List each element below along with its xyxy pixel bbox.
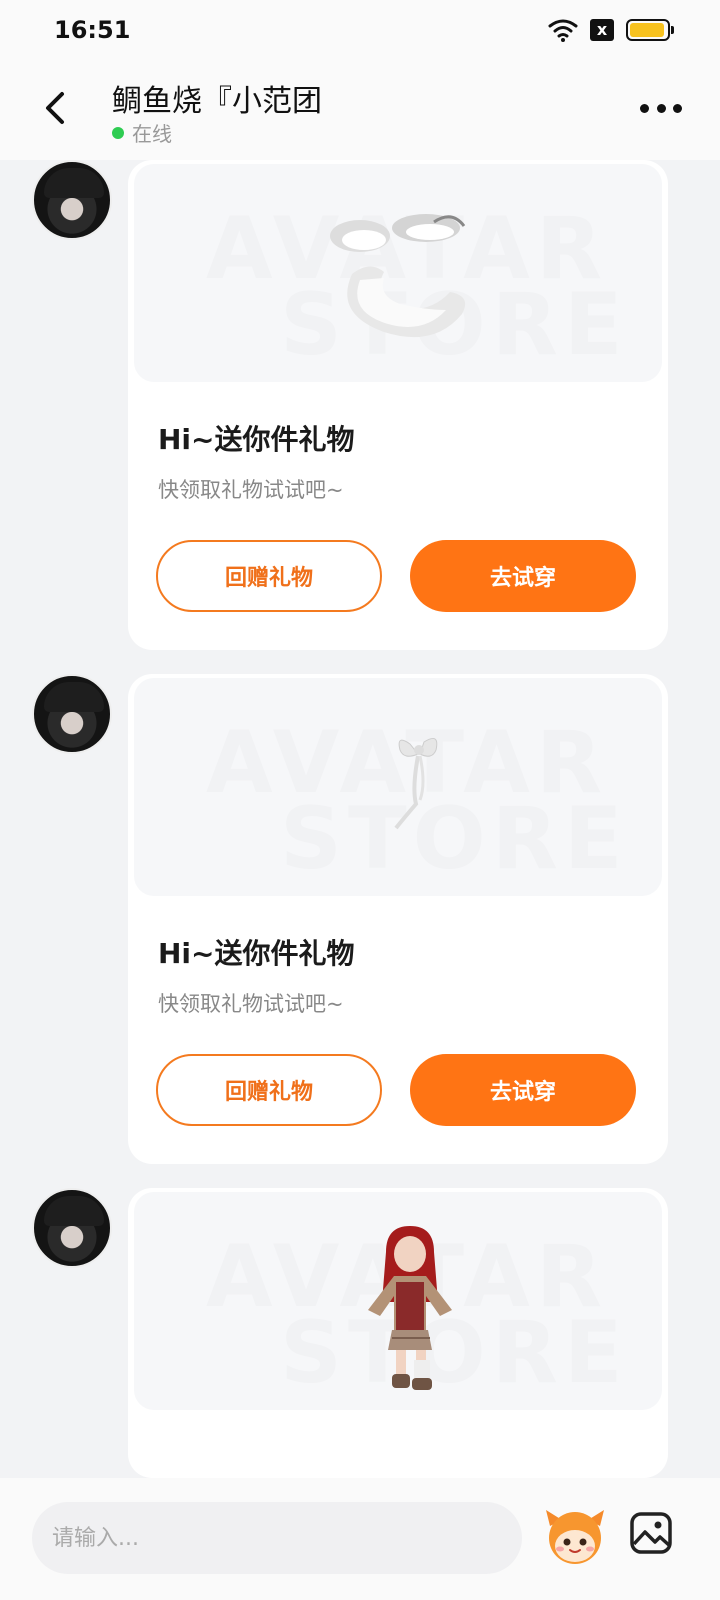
gift-card: AVATAR STORE Hi~送你件礼物 快领取礼物试试吧~ 回赠礼物 去试穿 — [128, 674, 668, 1164]
avatar-character-icon — [368, 1226, 452, 1390]
avatar[interactable] — [32, 674, 112, 754]
gift-preview[interactable]: AVATAR STORE — [134, 1192, 662, 1410]
gift-subtitle: 快领取礼物试试吧~ — [158, 992, 344, 1016]
message-list[interactable]: AVATAR STORE Hi~送你件礼物 快领取礼物试试吧~ 回赠礼物 去试穿 — [0, 160, 720, 1478]
online-status-label: 在线 — [132, 122, 172, 146]
back-arrow-icon[interactable] — [36, 84, 76, 132]
gift-title: Hi~送你件礼物 — [158, 423, 355, 456]
return-gift-button[interactable]: 回赠礼物 — [156, 1054, 382, 1126]
status-icons: x — [548, 18, 674, 42]
online-status: 在线 — [112, 118, 172, 147]
message-input[interactable] — [32, 1502, 522, 1574]
fluffy-white-wings-icon — [330, 214, 466, 338]
try-on-button[interactable]: 去试穿 — [410, 1054, 636, 1126]
gift-preview[interactable]: AVATAR STORE — [134, 164, 662, 382]
input-bar — [0, 1478, 720, 1600]
gift-subtitle: 快领取礼物试试吧~ — [158, 478, 344, 502]
gift-title: Hi~送你件礼物 — [158, 937, 355, 970]
gift-card: AVATAR STORE Hi~送你件礼物 快领取礼物试试吧~ 回赠礼物 去试穿 — [128, 160, 668, 650]
wifi-icon — [548, 19, 578, 42]
online-dot-icon — [112, 126, 124, 139]
status-bar: 16:51 x — [0, 0, 720, 64]
try-on-button[interactable]: 去试穿 — [410, 540, 636, 612]
image-picker-icon[interactable] — [630, 1512, 672, 1554]
gift-card: AVATAR STORE — [128, 1188, 668, 1478]
battery-icon — [626, 19, 674, 41]
sim-off-icon: x — [590, 19, 614, 41]
gift-preview[interactable]: AVATAR STORE — [134, 678, 662, 896]
status-time: 16:51 — [54, 16, 131, 44]
battery-level — [630, 23, 665, 37]
ribbon-bow-icon — [394, 737, 438, 830]
chat-header: 鲷鱼烧『小范团 在线 — [0, 64, 720, 160]
more-options-icon[interactable] — [640, 100, 682, 116]
return-gift-button[interactable]: 回赠礼物 — [156, 540, 382, 612]
chat-title: 鲷鱼烧『小范团 — [112, 84, 322, 119]
mascot-sticker-icon[interactable] — [542, 1506, 608, 1568]
avatar[interactable] — [32, 1188, 112, 1268]
avatar[interactable] — [32, 160, 112, 240]
